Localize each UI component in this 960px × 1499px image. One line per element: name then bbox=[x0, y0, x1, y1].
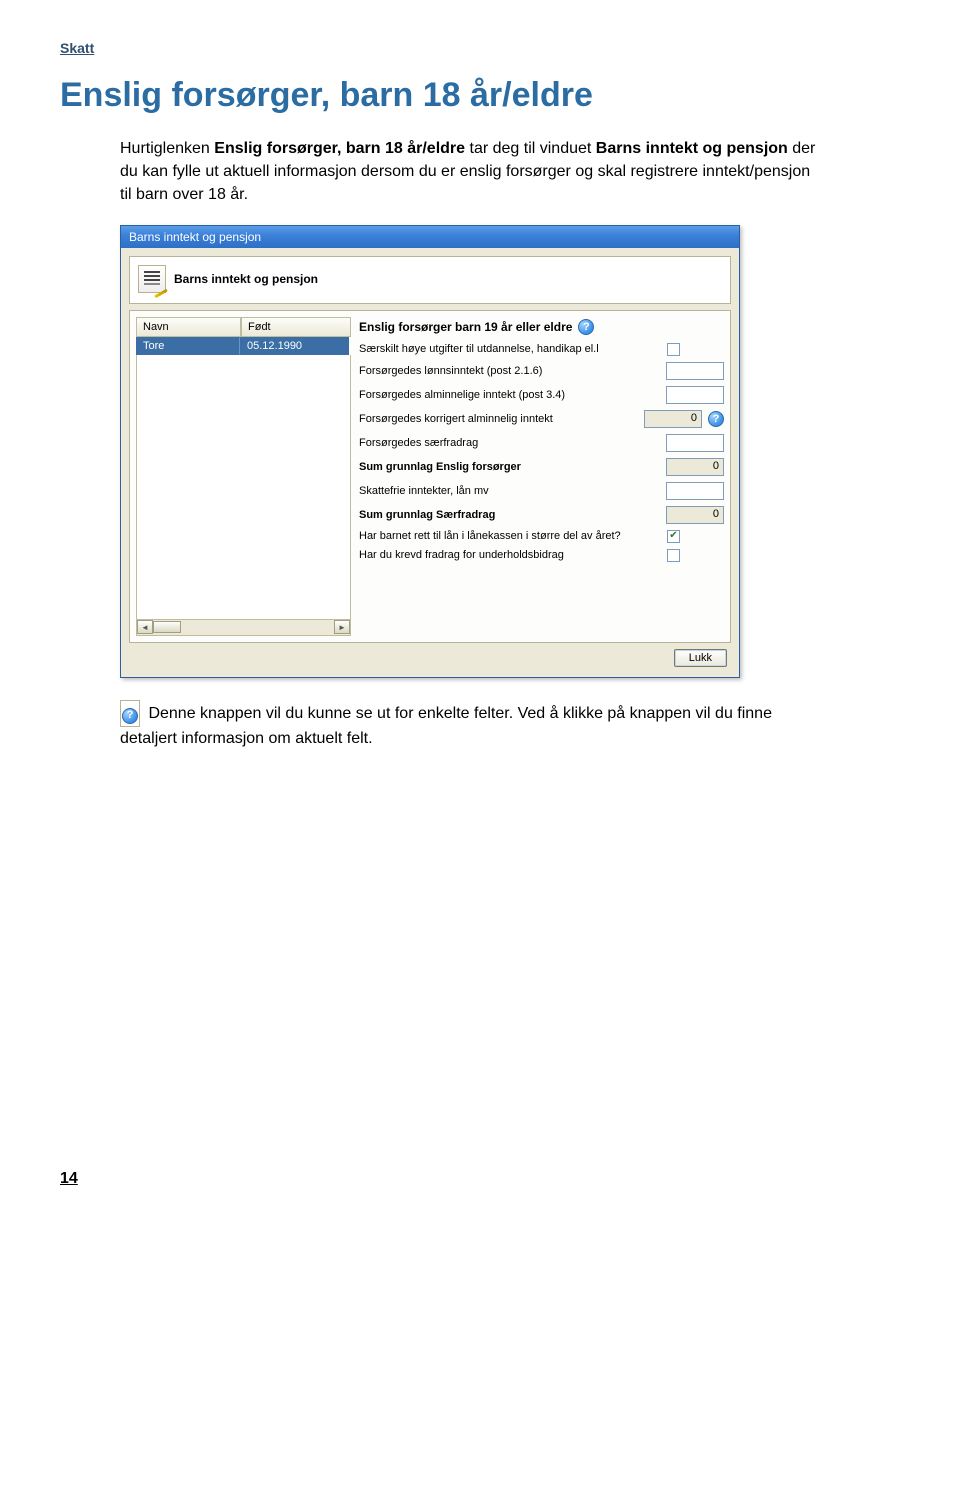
grid-cell-born: 05.12.1990 bbox=[240, 337, 349, 355]
input-field[interactable] bbox=[666, 362, 724, 380]
dialog-banner: Barns inntekt og pensjon bbox=[129, 256, 731, 304]
readonly-field: 0 bbox=[666, 458, 724, 476]
notepad-icon bbox=[138, 265, 166, 293]
help-icon[interactable]: ? bbox=[708, 411, 724, 427]
form-row: Har du krevd fradrag for underholdsbidra… bbox=[359, 549, 724, 562]
scroll-left-button[interactable]: ◄ bbox=[137, 620, 153, 634]
children-grid: Navn Født Tore 05.12.1990 ◄ ► bbox=[136, 317, 351, 636]
form-row: Sum grunnlag Særfradrag 0 bbox=[359, 506, 724, 524]
form-title-text: Enslig forsørger barn 19 år eller eldre bbox=[359, 320, 572, 334]
form-row-label: Sum grunnlag Enslig forsørger bbox=[359, 461, 660, 473]
form-row-label: Skattefrie inntekter, lån mv bbox=[359, 485, 660, 497]
page-header-label: Skatt bbox=[60, 40, 900, 56]
scroll-right-button[interactable]: ► bbox=[334, 620, 350, 634]
footnote-paragraph: ? Denne knappen vil du kunne se ut for e… bbox=[120, 700, 820, 750]
form-row: Sum grunnlag Enslig forsørger 0 bbox=[359, 458, 724, 476]
scroll-thumb[interactable] bbox=[153, 621, 181, 633]
form-row: Forsørgedes korrigert alminnelig inntekt… bbox=[359, 410, 724, 428]
grid-header-name[interactable]: Navn bbox=[136, 317, 241, 337]
close-button[interactable]: Lukk bbox=[674, 649, 727, 667]
form-row-label: Har barnet rett til lån i lånekassen i s… bbox=[359, 530, 661, 542]
help-icon: ? bbox=[122, 708, 138, 724]
page-title: Enslig forsørger, barn 18 år/eldre bbox=[60, 76, 900, 115]
page-number: 14 bbox=[60, 1170, 900, 1188]
grid-row-selected[interactable]: Tore 05.12.1990 bbox=[136, 337, 351, 355]
form-row-label: Har du krevd fradrag for underholdsbidra… bbox=[359, 549, 661, 561]
help-icon-inline-wrapper: ? bbox=[120, 700, 140, 727]
grid-empty-area[interactable] bbox=[136, 355, 351, 620]
input-field[interactable] bbox=[666, 434, 724, 452]
dialog-titlebar: Barns inntekt og pensjon bbox=[121, 226, 739, 248]
form-row-label: Særskilt høye utgifter til utdannelse, h… bbox=[359, 343, 661, 355]
form-row: Forsørgedes alminnelige inntekt (post 3.… bbox=[359, 386, 724, 404]
grid-horizontal-scrollbar[interactable]: ◄ ► bbox=[136, 620, 351, 636]
help-icon[interactable]: ? bbox=[578, 319, 594, 335]
grid-header-born[interactable]: Født bbox=[241, 317, 351, 337]
form-row: Forsørgedes lønnsinntekt (post 2.1.6) bbox=[359, 362, 724, 380]
intro-bold-2: Barns inntekt og pensjon bbox=[596, 140, 788, 157]
readonly-field: 0 bbox=[644, 410, 702, 428]
form-row: Skattefrie inntekter, lån mv bbox=[359, 482, 724, 500]
form-row-label: Forsørgedes lønnsinntekt (post 2.1.6) bbox=[359, 365, 660, 377]
intro-paragraph: Hurtiglenken Enslig forsørger, barn 18 å… bbox=[120, 137, 820, 207]
form-row-label: Forsørgedes alminnelige inntekt (post 3.… bbox=[359, 389, 660, 401]
form-row: Forsørgedes særfradrag bbox=[359, 434, 724, 452]
form-section-title: Enslig forsørger barn 19 år eller eldre … bbox=[359, 319, 724, 335]
intro-text-2: tar deg til vinduet bbox=[465, 140, 596, 157]
form-row-label: Forsørgedes korrigert alminnelig inntekt bbox=[359, 413, 638, 425]
input-field[interactable] bbox=[666, 482, 724, 500]
form-row-label: Sum grunnlag Særfradrag bbox=[359, 509, 660, 521]
form-row: Har barnet rett til lån i lånekassen i s… bbox=[359, 530, 724, 543]
dialog-window: Barns inntekt og pensjon Barns inntekt o… bbox=[120, 225, 740, 678]
readonly-field: 0 bbox=[666, 506, 724, 524]
checkbox[interactable] bbox=[667, 549, 680, 562]
intro-bold-1: Enslig forsørger, barn 18 år/eldre bbox=[214, 140, 465, 157]
footnote-text: Denne knappen vil du kunne se ut for enk… bbox=[120, 704, 772, 746]
intro-text-1: Hurtiglenken bbox=[120, 140, 214, 157]
checkbox[interactable] bbox=[667, 343, 680, 356]
checkbox[interactable] bbox=[667, 530, 680, 543]
form-column: Enslig forsørger barn 19 år eller eldre … bbox=[359, 317, 724, 636]
form-row: Særskilt høye utgifter til utdannelse, h… bbox=[359, 343, 724, 356]
input-field[interactable] bbox=[666, 386, 724, 404]
form-row-label: Forsørgedes særfradrag bbox=[359, 437, 660, 449]
dialog-banner-title: Barns inntekt og pensjon bbox=[174, 272, 318, 286]
grid-cell-name: Tore bbox=[136, 337, 240, 355]
dialog-panel: Navn Født Tore 05.12.1990 ◄ ► bbox=[129, 310, 731, 643]
